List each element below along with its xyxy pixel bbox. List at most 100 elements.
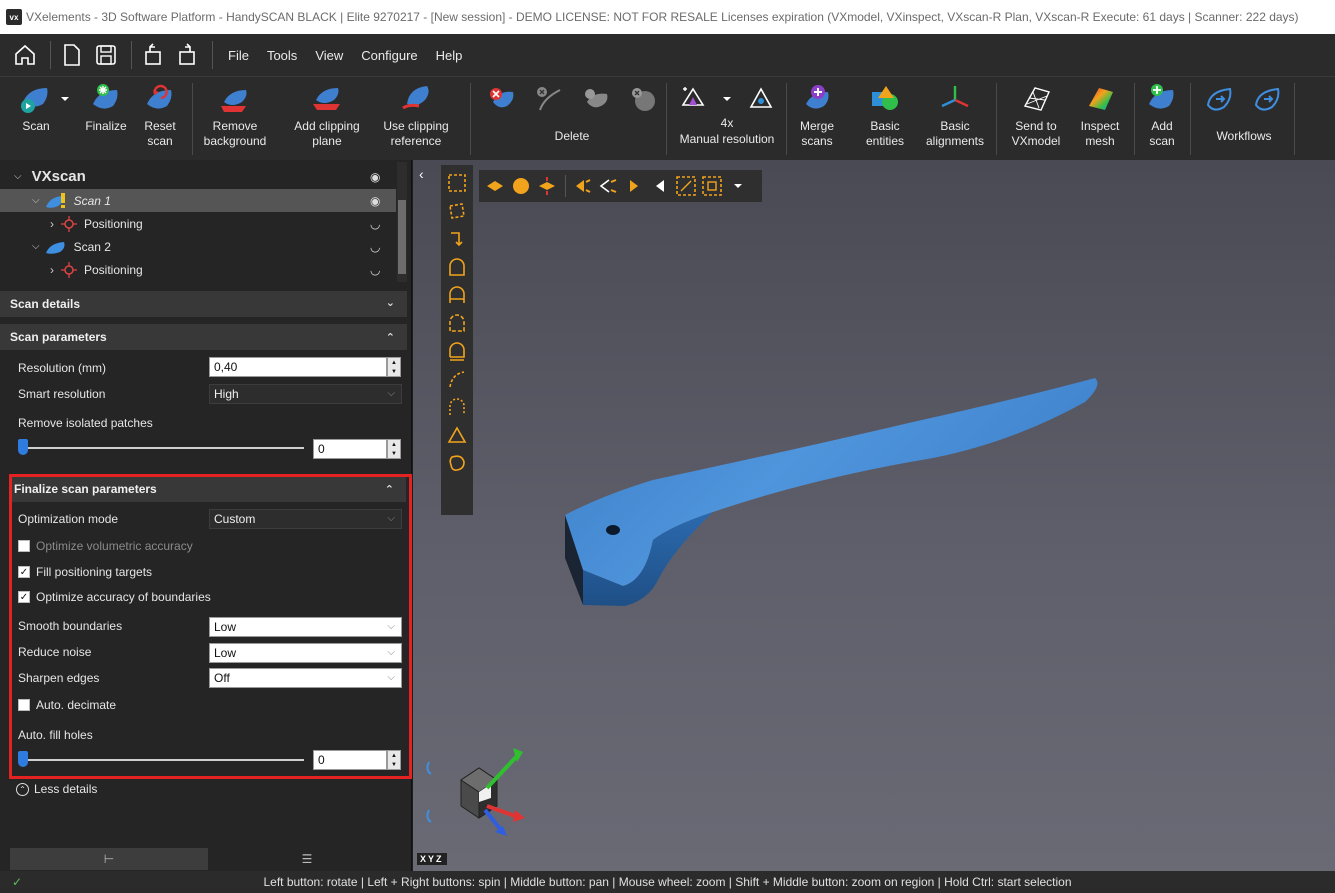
remove-patches-input[interactable]: 0 [313, 439, 387, 459]
basic-alignments-button[interactable]: Basic alignments [918, 81, 992, 157]
chevron-down-icon[interactable]: ⌵ [32, 241, 40, 252]
redo-icon[interactable] [172, 40, 202, 70]
tree-item-scan-2[interactable]: ⌵ Scan 2 ◡ [0, 235, 396, 258]
auto-fill-holes-input[interactable]: 0 [313, 750, 387, 770]
delete-isolated-icon[interactable] [534, 84, 564, 114]
home-icon[interactable] [10, 40, 40, 70]
reset-scan-button[interactable]: Reset scan [138, 81, 182, 157]
manual-resolution-group[interactable]: 4x Manual resolution [672, 81, 782, 157]
resolution-input[interactable]: 0,40 [209, 357, 387, 377]
finalize-parameters-header[interactable]: Finalize scan parameters ⌃ [10, 476, 406, 502]
finalize-button[interactable]: Finalize [80, 81, 132, 157]
down-arrow-icon[interactable]: ▼ [388, 367, 400, 376]
inspect-mesh-button[interactable]: Inspect mesh [1072, 81, 1128, 157]
basic-entities-button[interactable]: Basic entities [856, 81, 914, 157]
remove-background-button[interactable]: Remove background [196, 81, 274, 157]
add-clipping-plane-button[interactable]: Add clipping plane [284, 81, 370, 157]
up-arrow-icon[interactable]: ▲ [388, 358, 400, 367]
delete-icon[interactable] [487, 84, 517, 114]
remove-patches-stepper[interactable]: ▲ ▼ [387, 439, 401, 459]
scrollbar-thumb[interactable] [398, 200, 406, 274]
workflow-a-icon[interactable] [1204, 85, 1236, 113]
scan-details-header[interactable]: Scan details ⌄ [0, 291, 407, 317]
menu-help[interactable]: Help [436, 48, 463, 63]
menu-tools[interactable]: Tools [267, 48, 297, 63]
tree-item-positioning-1[interactable]: › Positioning ◡ [0, 212, 396, 235]
down-arrow-icon[interactable]: ▼ [388, 449, 400, 458]
reduce-noise-label: Reduce noise [18, 645, 92, 659]
eye-closed-icon[interactable]: ◡ [370, 240, 380, 254]
menu-configure[interactable]: Configure [361, 48, 417, 63]
section-title: Scan details [10, 297, 81, 311]
tree-item-label: Positioning [84, 216, 143, 231]
save-icon[interactable] [91, 40, 121, 70]
send-to-vxmodel-button[interactable]: Send to VXmodel [1004, 81, 1068, 157]
menu-view[interactable]: View [315, 48, 343, 63]
delete-target-icon[interactable] [628, 84, 658, 114]
basic-alignments-label: Basic alignments [925, 119, 985, 148]
less-details-button[interactable]: ⌃ Less details [16, 778, 97, 800]
delete-tools [478, 81, 666, 117]
list-view-tab[interactable]: ☰ [208, 848, 406, 870]
checkbox-label: Optimize volumetric accuracy [36, 539, 193, 553]
slider-handle[interactable] [18, 439, 28, 455]
auto-decimate-checkbox[interactable] [18, 699, 30, 711]
auto-fill-holes-slider[interactable] [20, 759, 304, 761]
eye-icon[interactable]: ◉ [370, 170, 380, 184]
eye-closed-icon[interactable]: ◡ [370, 263, 380, 277]
chevron-down-icon[interactable]: ⌵ [14, 171, 22, 182]
separator [666, 83, 667, 155]
down-arrow-icon[interactable]: ▼ [388, 760, 400, 769]
fill-targets-checkbox[interactable]: ✓ [18, 566, 30, 578]
reduce-noise-select[interactable]: Low ⌵ [209, 643, 402, 663]
workflows-label: Workflows [1216, 129, 1272, 143]
sharpen-edges-select[interactable]: Off ⌵ [209, 668, 402, 688]
tree-scrollbar[interactable] [397, 162, 407, 282]
title-bar: vx VXelements - 3D Software Platform - H… [0, 0, 1335, 34]
undo-icon[interactable] [138, 40, 168, 70]
eye-icon[interactable]: ◉ [370, 194, 380, 208]
up-arrow-icon[interactable]: ▲ [388, 440, 400, 449]
optimize-boundaries-row: ✓ Optimize accuracy of boundaries [18, 586, 211, 608]
up-arrow-icon[interactable]: ▲ [388, 751, 400, 760]
tree-view-tab[interactable]: ⊢ [10, 848, 208, 870]
tree-item-scan-1[interactable]: ⌵ Scan 1 ◉ [0, 189, 396, 212]
entities-icon [867, 81, 903, 117]
delete-mesh-icon[interactable] [581, 84, 611, 114]
scan-dropdown[interactable] [58, 81, 72, 157]
optimization-mode-select[interactable]: Custom ⌵ [209, 509, 402, 529]
menu-file[interactable]: File [228, 48, 249, 63]
resolution-stepper[interactable]: ▲ ▼ [387, 357, 401, 377]
auto-fill-holes-stepper[interactable]: ▲ ▼ [387, 750, 401, 770]
scanned-blade-model[interactable] [413, 160, 1335, 871]
view-cube[interactable] [421, 740, 541, 850]
chevron-down-icon[interactable]: ⌵ [32, 195, 40, 206]
tree-root-vxscan[interactable]: ⌵ VXscan ◉ [0, 165, 396, 188]
scan-button[interactable]: Scan [12, 81, 60, 157]
optimize-volumetric-checkbox[interactable] [18, 540, 30, 552]
eye-closed-icon[interactable]: ◡ [370, 217, 380, 231]
separator [1134, 83, 1135, 155]
chevron-right-icon[interactable]: › [50, 263, 54, 277]
workflows-group: Workflows [1196, 81, 1292, 157]
add-scan-button[interactable]: Add scan [1140, 81, 1184, 157]
scan-parameters-header[interactable]: Scan parameters ⌃ [0, 324, 407, 350]
optimize-boundaries-checkbox[interactable]: ✓ [18, 591, 30, 603]
workflow-b-icon[interactable] [1252, 85, 1284, 113]
select-value: Custom [214, 512, 256, 526]
smooth-boundaries-label: Smooth boundaries [18, 619, 123, 633]
tree-item-positioning-2[interactable]: › Positioning ◡ [0, 258, 396, 281]
clipping-reference-icon [398, 81, 434, 117]
3d-viewport[interactable]: ‹ XYZ [413, 160, 1335, 871]
chevron-right-icon[interactable]: › [50, 217, 54, 231]
merge-icon [799, 81, 835, 117]
tree-root-label: VXscan [31, 168, 86, 185]
new-file-icon[interactable] [57, 40, 87, 70]
use-clipping-reference-button[interactable]: Use clipping reference [370, 81, 462, 157]
smart-resolution-select[interactable]: High ⌵ [209, 384, 402, 404]
merge-scans-button[interactable]: Merge scans [790, 81, 844, 157]
remove-patches-slider[interactable] [20, 447, 304, 449]
resolution-icon [681, 87, 705, 106]
slider-handle[interactable] [18, 751, 28, 767]
smooth-boundaries-select[interactable]: Low ⌵ [209, 617, 402, 637]
